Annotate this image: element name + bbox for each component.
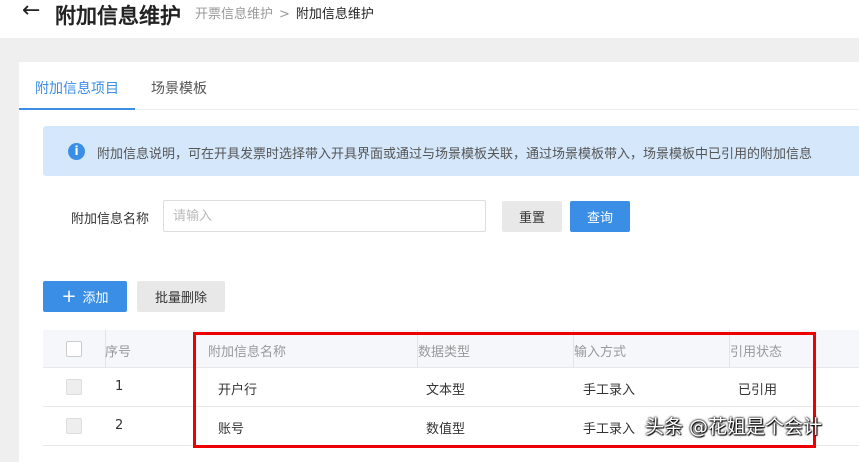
breadcrumb-current: 附加信息维护 <box>295 7 374 22</box>
col-index: 序号 <box>105 345 132 360</box>
reset-button[interactable]: 重置 <box>502 201 562 232</box>
add-button[interactable]: + 添加 <box>43 281 127 312</box>
banner-text: 附加信息说明，可在开具发票时选择带入开具界面或通过与场景模板关联，通过场景模板带… <box>97 147 813 162</box>
add-label: 添加 <box>82 291 109 306</box>
tab-scene-templates[interactable]: 场景模板 <box>151 78 207 98</box>
active-tab-indicator <box>19 108 135 110</box>
tab-info-items[interactable]: 附加信息项目 <box>35 78 119 98</box>
breadcrumb-separator: > <box>279 7 290 22</box>
info-banner: i 附加信息说明，可在开具发票时选择带入开具界面或通过与场景模板关联，通过场景模… <box>43 126 859 176</box>
query-button[interactable]: 查询 <box>570 201 630 232</box>
tab-bar: 附加信息项目 场景模板 <box>19 62 859 110</box>
name-search-input[interactable] <box>163 200 486 232</box>
name-label: 附加信息名称 <box>71 212 150 227</box>
watermark: 头条 @花姐是个会计 <box>645 416 823 438</box>
plus-icon: + <box>61 286 77 307</box>
breadcrumb: 开票信息维护 > 附加信息维护 <box>195 3 374 22</box>
page-title: 附加信息维护 <box>55 4 181 28</box>
info-icon: i <box>68 143 85 160</box>
breadcrumb-item[interactable]: 开票信息维护 <box>195 7 273 22</box>
page-header: ← 附加信息维护 开票信息维护 > 附加信息维护 <box>0 0 859 38</box>
select-all-checkbox[interactable] <box>66 341 82 357</box>
cell-index: 1 <box>115 379 124 394</box>
batch-delete-button[interactable]: 批量删除 <box>137 281 225 312</box>
row-checkbox[interactable] <box>66 379 82 395</box>
back-arrow-icon[interactable]: ← <box>22 0 40 23</box>
row-checkbox[interactable] <box>66 418 82 434</box>
cell-index: 2 <box>115 418 124 433</box>
